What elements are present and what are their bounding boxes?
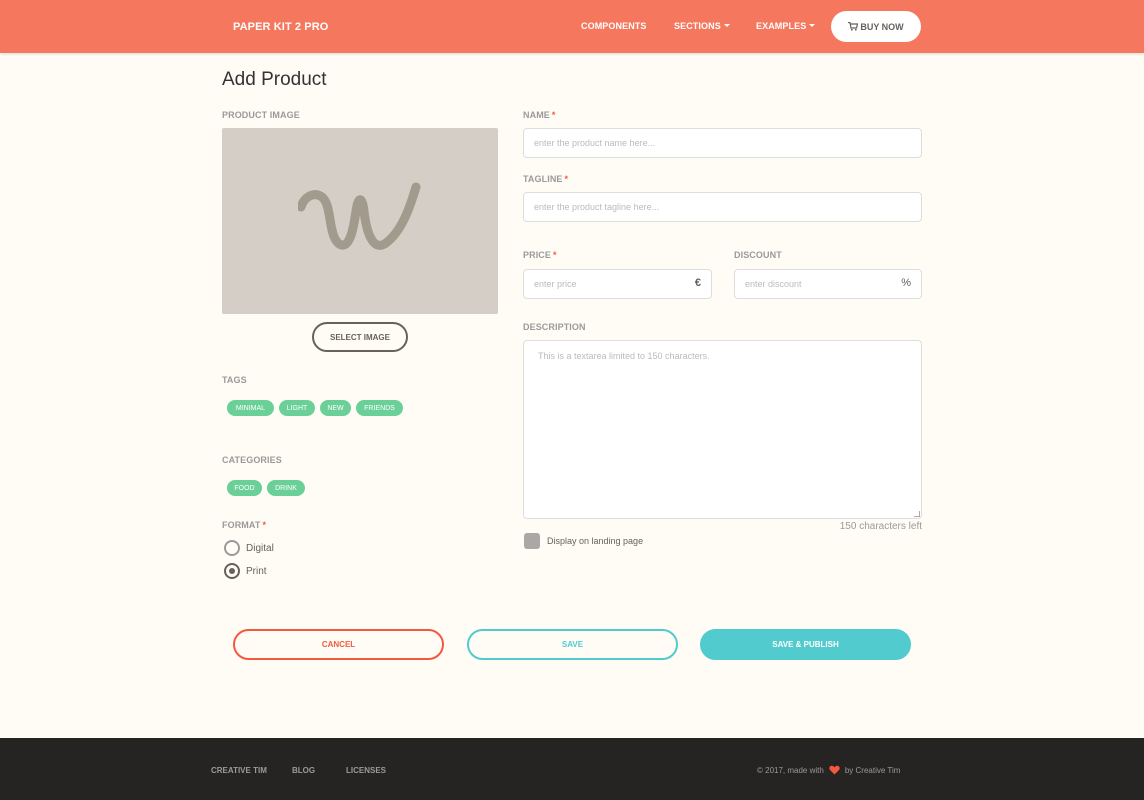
buy-now-label: BUY NOW [860,21,904,32]
product-image-placeholder [222,128,498,314]
category-food[interactable]: FOOD [227,480,262,496]
tags-label: TAGS [222,375,247,385]
nav-sections-label: SECTIONS [674,21,721,31]
tag-light[interactable]: LIGHT [279,400,315,416]
landing-page-checkbox[interactable] [524,533,540,549]
format-label: FORMAT * [222,520,266,530]
format-option-print[interactable]: Print [224,563,267,579]
select-image-button[interactable]: SELECT IMAGE [312,322,408,352]
format-option-digital[interactable]: Digital [224,540,274,556]
euro-icon: € [694,277,701,289]
description-placeholder: This is a textarea limited to 150 charac… [538,351,710,361]
footer-link-blog[interactable]: BLOG [292,766,315,775]
description-label: DESCRIPTION [523,322,586,332]
brand-logo[interactable]: PAPER KIT 2 PRO [233,21,328,33]
price-placeholder: enter price [534,279,577,289]
price-input[interactable]: enter price € [523,269,712,299]
percent-icon: % [901,277,911,289]
navbar: PAPER KIT 2 PRO COMPONENTS SECTIONS EXAM… [0,0,1144,53]
caret-down-icon [723,24,730,27]
radio-print-label: Print [246,565,267,577]
caret-down-icon [809,24,816,27]
format-label-text: FORMAT [222,520,261,530]
product-tagline-input[interactable]: enter the product tagline here... [523,192,922,222]
characters-left-counter: 150 characters left [839,521,922,532]
shopping-cart-icon [848,22,859,31]
discount-label: DISCOUNT [734,250,782,260]
tag-friends[interactable]: FRIENDS [356,400,403,416]
discount-input[interactable]: enter discount % [734,269,922,299]
resize-handle-icon[interactable] [914,511,920,517]
required-mark: * [262,520,267,530]
nav-sections[interactable]: SECTIONS [674,21,730,31]
name-label-text: NAME [523,110,550,120]
category-drink[interactable]: DRINK [267,480,305,496]
heart-icon [829,765,840,775]
product-image-label: PRODUCT IMAGE [222,110,300,120]
buy-now-button[interactable]: BUY NOW [831,11,921,42]
price-label: PRICE * [523,250,557,260]
cancel-button[interactable]: CANCEL [233,629,444,660]
nav-components[interactable]: COMPONENTS [581,21,647,31]
radio-digital[interactable] [224,540,240,556]
copyright-prefix: © 2017, made with [757,765,824,775]
tag-minimal[interactable]: MINIMAL [227,400,274,416]
nav-examples-label: EXAMPLES [756,21,807,31]
required-mark: * [564,174,569,184]
tagline-label: TAGLINE * [523,174,568,184]
description-textarea[interactable]: This is a textarea limited to 150 charac… [523,340,922,519]
nav-examples[interactable]: EXAMPLES [756,21,816,31]
categories-label: CATEGORIES [222,455,282,465]
squiggle-image-icon [298,182,421,250]
save-button[interactable]: SAVE [467,629,678,660]
footer-link-licenses[interactable]: LICENSES [346,766,386,775]
radio-print[interactable] [224,563,240,579]
landing-page-label: Display on landing page [547,536,644,546]
required-mark: * [551,110,556,120]
name-label: NAME * [523,110,556,120]
required-mark: * [553,250,557,260]
footer: CREATIVE TIM BLOG LICENSES © 2017, made … [0,738,1144,800]
discount-placeholder: enter discount [745,279,802,289]
copyright: © 2017, made with by Creative Tim [757,765,900,775]
tagline-label-text: TAGLINE [523,174,563,184]
radio-digital-label: Digital [246,542,274,554]
price-label-text: PRICE [523,250,552,260]
landing-page-option[interactable]: Display on landing page [524,533,643,549]
save-publish-button[interactable]: SAVE & PUBLISH [700,629,911,660]
page-title: Add Product [222,69,327,90]
tag-new[interactable]: NEW [320,400,351,416]
product-name-input[interactable]: enter the product name here... [523,128,922,158]
footer-link-creative-tim[interactable]: CREATIVE TIM [211,766,267,775]
copyright-suffix: by Creative Tim [844,765,901,775]
